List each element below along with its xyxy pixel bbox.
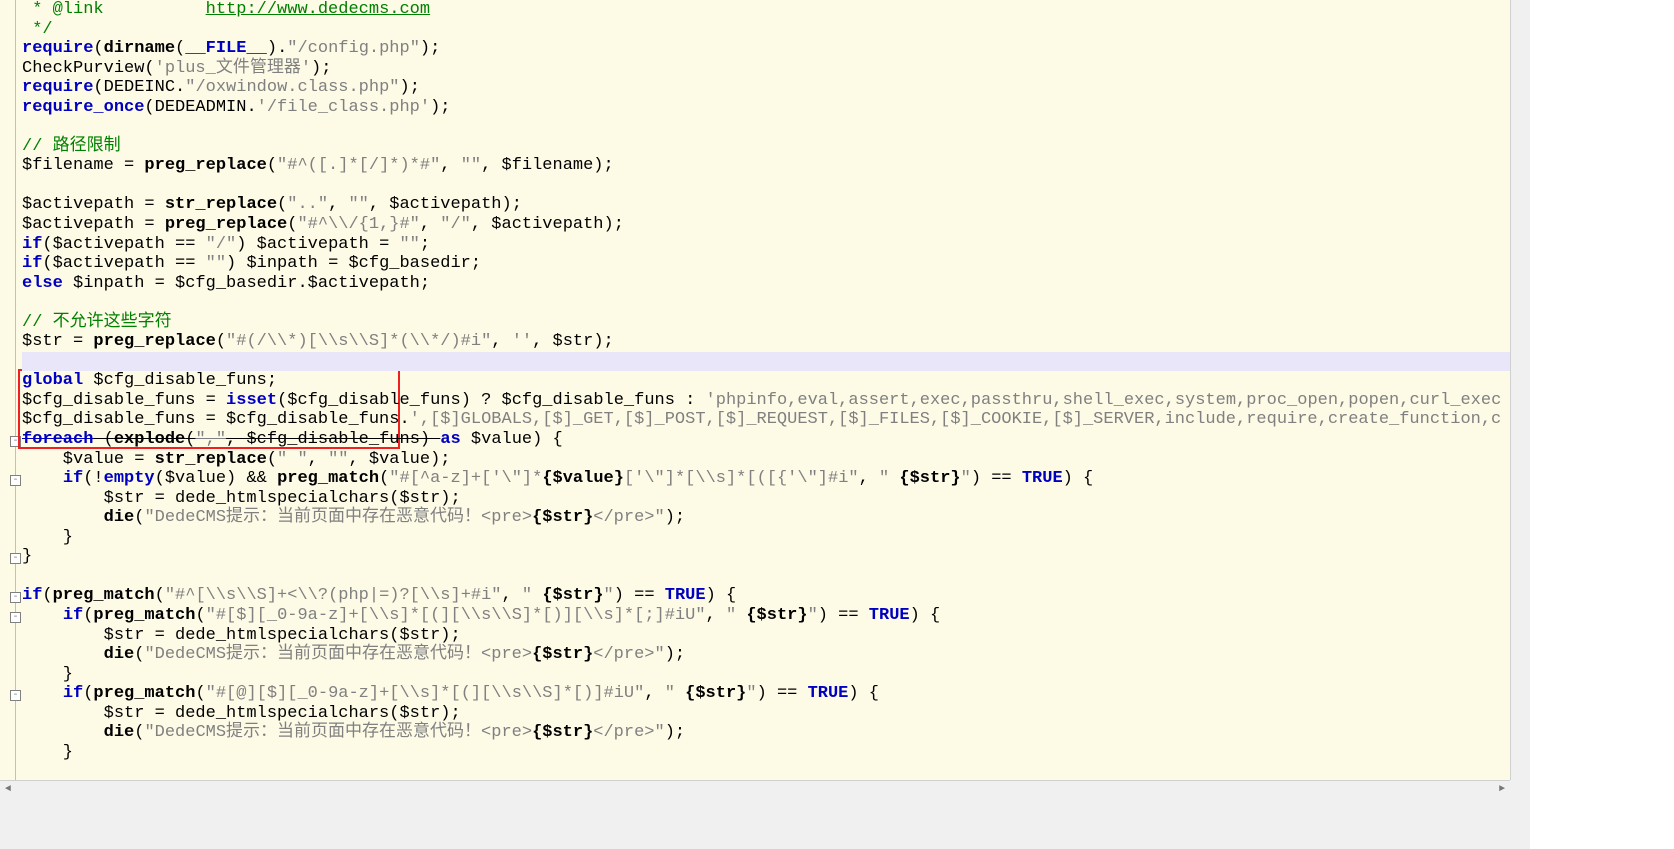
page-background bbox=[1530, 0, 1674, 849]
code-line: die("DedeCMS提示：当前页面中存在恶意代码！<pre>{$str}</… bbox=[22, 723, 685, 742]
code-line: if($activepath == "/") $activepath = ""; bbox=[22, 235, 430, 254]
code-line: $activepath = preg_replace("#^\\/{1,}#",… bbox=[22, 215, 624, 234]
code-line: $filename = preg_replace("#^([.]*[/]*)*#… bbox=[22, 156, 614, 175]
code-line: } bbox=[22, 547, 32, 566]
code-editor[interactable]: - - - - - - * @link http://www.dedecms.c… bbox=[0, 0, 1511, 780]
code-line: if(preg_match("#[$][_0-9a-z]+[\\s]*[(][\… bbox=[22, 606, 940, 625]
code-line bbox=[22, 117, 32, 136]
code-line: global $cfg_disable_funs; bbox=[22, 371, 277, 390]
link[interactable]: http://www.dedecms.com bbox=[206, 0, 430, 19]
code-line: $str = preg_replace("#(/\\*)[\\s\\S]*(\\… bbox=[22, 332, 614, 351]
code-line: // 不允许这些字符 bbox=[22, 313, 172, 332]
fold-guide bbox=[15, 0, 16, 780]
code-line: if(preg_match("#^[\\s\\S]+<\\?(php|=)?[\… bbox=[22, 586, 736, 605]
code-line: if($activepath == "") $inpath = $cfg_bas… bbox=[22, 254, 481, 273]
fold-toggle[interactable]: - bbox=[10, 690, 21, 701]
code-line: // 路径限制 bbox=[22, 137, 121, 156]
code-line: CheckPurview('plus_文件管理器'); bbox=[22, 59, 331, 78]
fold-toggle[interactable]: - bbox=[10, 592, 21, 603]
code-line bbox=[22, 567, 32, 586]
code-line: else $inpath = $cfg_basedir.$activepath; bbox=[22, 274, 430, 293]
code-content[interactable]: * @link http://www.dedecms.com */ requir… bbox=[22, 0, 1511, 762]
code-line: require(dirname(__FILE__)."/config.php")… bbox=[22, 39, 440, 58]
fold-toggle[interactable]: - bbox=[10, 475, 21, 486]
code-line: } bbox=[22, 665, 73, 684]
code-line: foreach (explode(",", $cfg_disable_funs)… bbox=[22, 430, 563, 449]
fold-gutter: - - - - - - bbox=[0, 0, 22, 780]
code-line: die("DedeCMS提示：当前页面中存在恶意代码！<pre>{$str}</… bbox=[22, 645, 685, 664]
fold-toggle[interactable]: - bbox=[10, 553, 21, 564]
code-line: $str = dede_htmlspecialchars($str); bbox=[22, 704, 461, 723]
scroll-left-icon[interactable]: ◄ bbox=[0, 782, 16, 796]
code-line: } bbox=[22, 528, 73, 547]
code-line: * @link http://www.dedecms.com bbox=[22, 0, 430, 19]
code-line: $str = dede_htmlspecialchars($str); bbox=[22, 489, 461, 508]
code-line: } bbox=[22, 743, 73, 762]
scroll-right-icon[interactable]: ► bbox=[1494, 782, 1510, 796]
code-line: $value = str_replace(" ", "", $value); bbox=[22, 450, 451, 469]
code-line: $str = dede_htmlspecialchars($str); bbox=[22, 626, 461, 645]
fold-toggle[interactable]: - bbox=[10, 436, 21, 447]
code-line bbox=[22, 176, 32, 195]
code-line: if(!empty($value) && preg_match("#[^a-z]… bbox=[22, 469, 1093, 488]
code-line bbox=[22, 293, 32, 312]
code-line: require(DEDEINC."/oxwindow.class.php"); bbox=[22, 78, 420, 97]
code-line: $activepath = str_replace("..", "", $act… bbox=[22, 195, 522, 214]
code-line: if(preg_match("#[@][$][_0-9a-z]+[\\s]*[(… bbox=[22, 684, 879, 703]
current-line-highlight bbox=[22, 352, 1511, 372]
code-line: require_once(DEDEADMIN.'/file_class.php'… bbox=[22, 98, 450, 117]
code-line: */ bbox=[22, 20, 53, 39]
horizontal-scrollbar[interactable]: ◄ ► bbox=[0, 780, 1510, 797]
fold-toggle[interactable]: - bbox=[10, 612, 21, 623]
code-line: $cfg_disable_funs = $cfg_disable_funs.',… bbox=[22, 410, 1501, 429]
code-line: $cfg_disable_funs = isset($cfg_disable_f… bbox=[22, 391, 1501, 410]
code-line: die("DedeCMS提示：当前页面中存在恶意代码！<pre>{$str}</… bbox=[22, 508, 685, 527]
